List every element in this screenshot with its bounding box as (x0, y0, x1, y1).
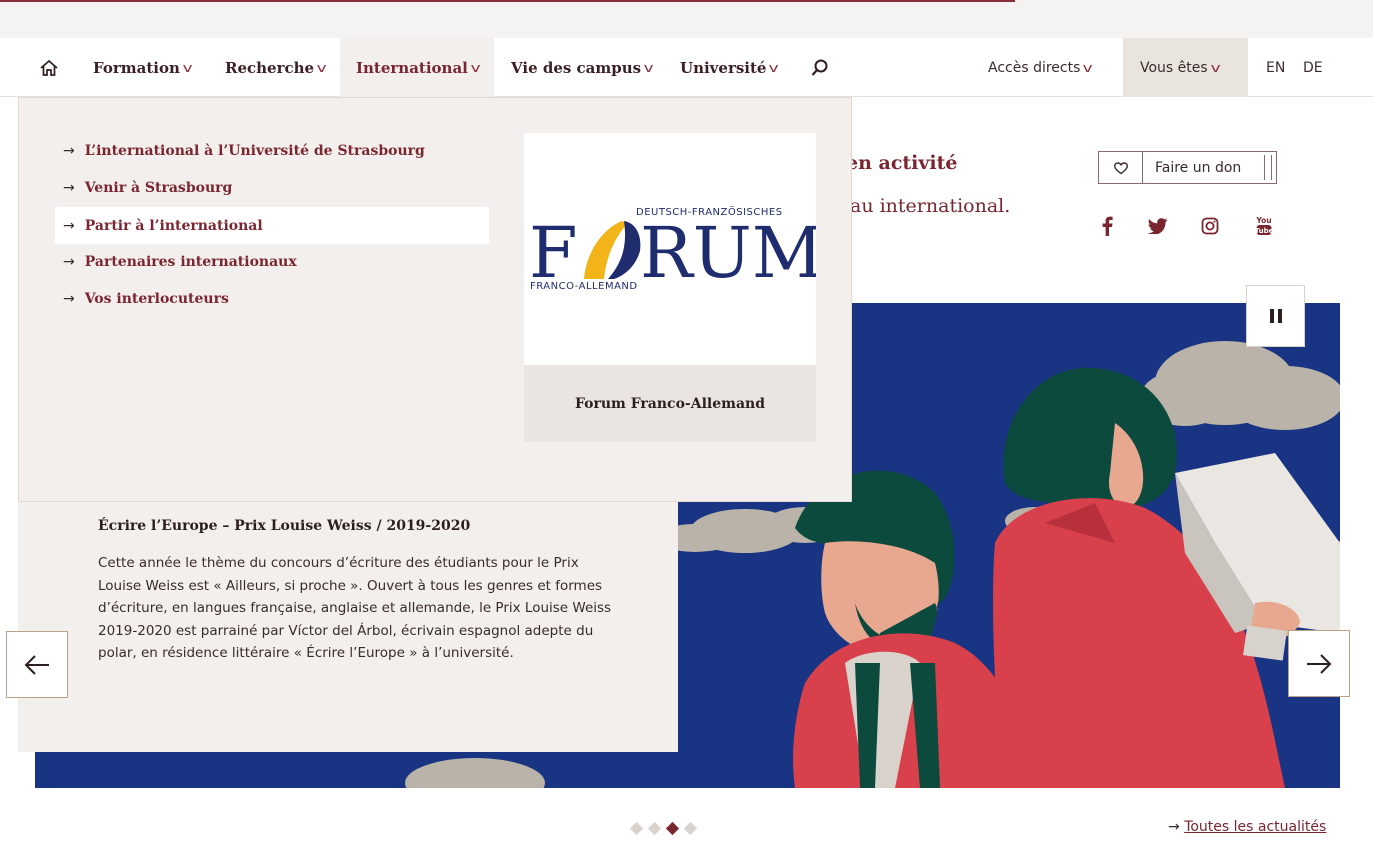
donate-button[interactable]: Faire un don (1098, 151, 1277, 184)
donate-label: Faire un don (1155, 159, 1242, 176)
all-news-link[interactable]: → Toutes les actualités (1168, 819, 1326, 835)
nav-formation[interactable]: Formation v (93, 38, 193, 97)
main-nav: Formation v Recherche v International v Vie… (0, 38, 1373, 97)
nav-international[interactable]: International v (340, 38, 494, 97)
heart-icon (1099, 152, 1143, 183)
logo-word-rum: RUM (640, 212, 816, 294)
pagination-dot[interactable] (647, 821, 662, 836)
arrow-right-icon: → (63, 217, 75, 234)
home-icon[interactable] (35, 38, 63, 97)
forum-franco-allemand-card[interactable]: F RUM DEUTSCH-FRANZÖSISCHES FRANCO-ALLEM… (524, 133, 823, 442)
slide-title: Écrire l’Europe – Prix Louise Weiss / 20… (98, 518, 471, 534)
arrow-right-icon: → (63, 142, 75, 159)
dropdown-link-partenaires[interactable]: → Partenaires internationaux (55, 243, 489, 280)
nav-universite-label: Université (680, 58, 767, 77)
chevron-down-icon: v (1082, 60, 1093, 75)
nav-formation-label: Formation (93, 58, 180, 77)
twitter-icon[interactable] (1144, 212, 1172, 240)
nav-vie-des-campus-label: Vie des campus (511, 58, 642, 77)
top-accent-line (0, 0, 1015, 2)
dropdown-link-label: Venir à Strasbourg (84, 179, 233, 196)
lang-en-link[interactable]: EN (1266, 38, 1285, 97)
arrow-right-icon: → (63, 290, 75, 307)
dropdown-link-label: L’international à l’Université de Strasb… (84, 142, 425, 159)
arrow-right-icon (1307, 653, 1332, 674)
dropdown-link-international-unistra[interactable]: → L’international à l’Université de Stras… (55, 132, 489, 169)
youtube-icon[interactable]: You Tube (1250, 212, 1278, 240)
hero-subheading-partial: au international. (850, 195, 1011, 217)
pagination-dot[interactable] (683, 821, 698, 836)
slide-caption: Écrire l’Europe – Prix Louise Weiss / 20… (18, 502, 678, 752)
facebook-icon[interactable] (1093, 212, 1121, 240)
search-icon[interactable] (810, 38, 830, 97)
dropdown-link-label: Partir à l’international (84, 217, 263, 234)
nav-international-label: International (356, 58, 468, 77)
pause-icon (1269, 309, 1274, 323)
chevron-down-icon: v (182, 60, 193, 75)
arrow-right-icon: → (63, 179, 75, 196)
pause-button[interactable] (1246, 285, 1305, 347)
top-strip (0, 0, 1373, 38)
instagram-icon[interactable] (1196, 212, 1224, 240)
arrow-right-icon: → (1168, 819, 1185, 835)
direct-access-label: Accès directs (988, 59, 1081, 76)
lang-de-label: DE (1303, 59, 1323, 76)
pagination-dot-active[interactable] (665, 821, 680, 836)
previous-slide-button[interactable] (6, 631, 68, 698)
nav-recherche[interactable]: Recherche v (225, 38, 327, 97)
dropdown-link-partir[interactable]: → Partir à l’international (55, 207, 489, 244)
dropdown-link-label: Vos interlocuteurs (84, 290, 229, 307)
slider-pagination (629, 821, 698, 836)
lang-en-label: EN (1266, 59, 1286, 76)
pause-icon-bar (1277, 309, 1282, 323)
logo-bottom-text: FRANCO-ALLEMAND (530, 281, 638, 292)
slide-body: Cette année le thème du concours d’écrit… (98, 555, 612, 661)
chevron-down-icon: v (316, 60, 327, 75)
svg-text:You: You (1255, 216, 1271, 225)
you-are-label: Vous êtes (1140, 59, 1208, 76)
lang-de-link[interactable]: DE (1303, 38, 1323, 97)
nav-vie-des-campus[interactable]: Vie des campus v (511, 38, 654, 97)
direct-access-menu[interactable]: Accès directs v (988, 38, 1093, 97)
card-title: Forum Franco-Allemand (574, 395, 765, 412)
dropdown-link-venir[interactable]: → Venir à Strasbourg (55, 169, 489, 206)
nav-recherche-label: Recherche (225, 58, 315, 77)
you-are-menu[interactable]: Vous êtes v (1123, 38, 1248, 97)
dropdown-link-interlocuteurs[interactable]: → Vos interlocuteurs (55, 280, 489, 317)
pagination-dot[interactable] (629, 821, 644, 836)
arrow-left-icon (24, 654, 49, 675)
arrow-right-icon: → (63, 253, 75, 270)
chevron-down-icon: v (643, 60, 654, 75)
svg-text:Tube: Tube (1255, 227, 1273, 235)
international-dropdown: → L’international à l’Université de Stras… (18, 97, 852, 502)
nav-universite[interactable]: Université v (680, 38, 779, 97)
chevron-down-icon: v (1210, 60, 1221, 75)
dropdown-link-label: Partenaires internationaux (84, 253, 297, 270)
forum-logo: F RUM DEUTSCH-FRANZÖSISCHES FRANCO-ALLEM… (524, 133, 823, 365)
next-slide-button[interactable] (1288, 630, 1350, 697)
chevron-down-icon: v (769, 60, 779, 75)
logo-top-text: DEUTSCH-FRANZÖSISCHES (636, 205, 783, 218)
hero-heading-partial: en activité (846, 152, 958, 174)
all-news-label: Toutes les actualités (1184, 819, 1327, 835)
chevron-down-icon: v (470, 60, 481, 75)
